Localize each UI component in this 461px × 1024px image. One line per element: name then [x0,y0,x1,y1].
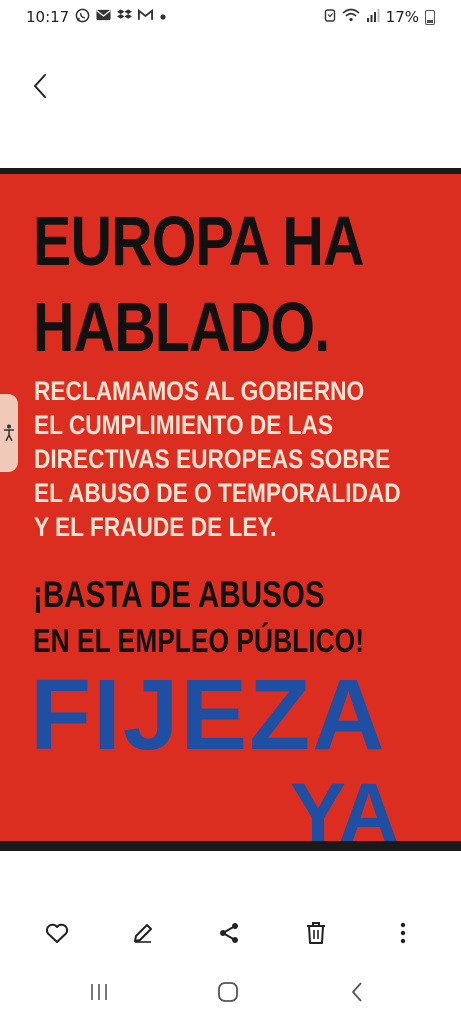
more-options-button[interactable] [388,918,418,948]
share-button[interactable] [214,918,244,948]
heart-icon [45,923,69,943]
accessibility-tab[interactable] [0,394,18,472]
whatsapp-icon [75,8,90,27]
poster-fijeza: FIJEZA [30,659,387,771]
poster-ya: YA [290,766,399,851]
body-line-1: RECLAMAMOS AL GOBIERNO [34,376,365,406]
battery-icon [425,9,435,25]
status-bar: 10:17 17% [0,0,461,34]
recent-apps-button[interactable] [79,972,119,1012]
slogan-line-2: EN EL EMPLEO PÚBLICO! [33,622,365,659]
mail-icon [96,9,111,25]
edit-icon [134,924,152,943]
slogan-line-1: ¡BASTA DE ABUSOS [33,574,325,615]
nav-back-button[interactable] [337,972,377,1012]
edit-button[interactable] [128,918,158,948]
favorite-button[interactable] [42,918,72,948]
recent-apps-icon [91,984,107,1000]
headline-line-1: EUROPA HA [33,202,364,280]
poster-slogan: ¡BASTA DE ABUSOS EN EL EMPLEO PÚBLICO! [33,572,364,664]
chevron-left-icon [34,74,46,98]
body-line-3: DIRECTIVAS EUROPEAS SOBRE [34,444,391,474]
dropbox-icon [117,8,133,26]
image-toolbar [0,905,461,961]
accessibility-icon [4,424,14,442]
dot-icon [159,10,167,25]
headline-line-2: HABLADO. [33,288,330,366]
status-right: 17% [324,8,461,26]
poster-body: RECLAMAMOS AL GOBIERNO EL CUMPLIMIENTO D… [34,374,401,544]
back-icon [352,982,362,1002]
delete-icon [307,922,325,944]
home-button[interactable] [208,972,248,1012]
battery-percent: 17% [385,8,419,26]
system-navbar [0,972,461,1018]
back-button[interactable] [24,68,56,104]
home-icon [218,982,238,1002]
more-icon [400,922,406,944]
body-line-2: EL CUMPLIMIENTO DE LAS [34,410,334,440]
signal-icon [366,8,380,26]
poster-image[interactable]: EUROPA HA HABLADO. RECLAMAMOS AL GOBIERN… [0,168,461,851]
share-icon [220,923,238,943]
status-time: 10:17 [26,8,70,26]
delete-button[interactable] [301,918,331,948]
body-line-4: EL ABUSO DE O TEMPORALIDAD [34,478,401,508]
wifi-icon [342,8,360,26]
gmail-icon [138,8,154,25]
body-line-5: Y EL FRAUDE DE LEY. [34,512,277,542]
status-left: 10:17 [0,8,167,27]
alarm-icon [324,8,336,26]
poster-headline: EUROPA HA HABLADO. [33,198,377,370]
